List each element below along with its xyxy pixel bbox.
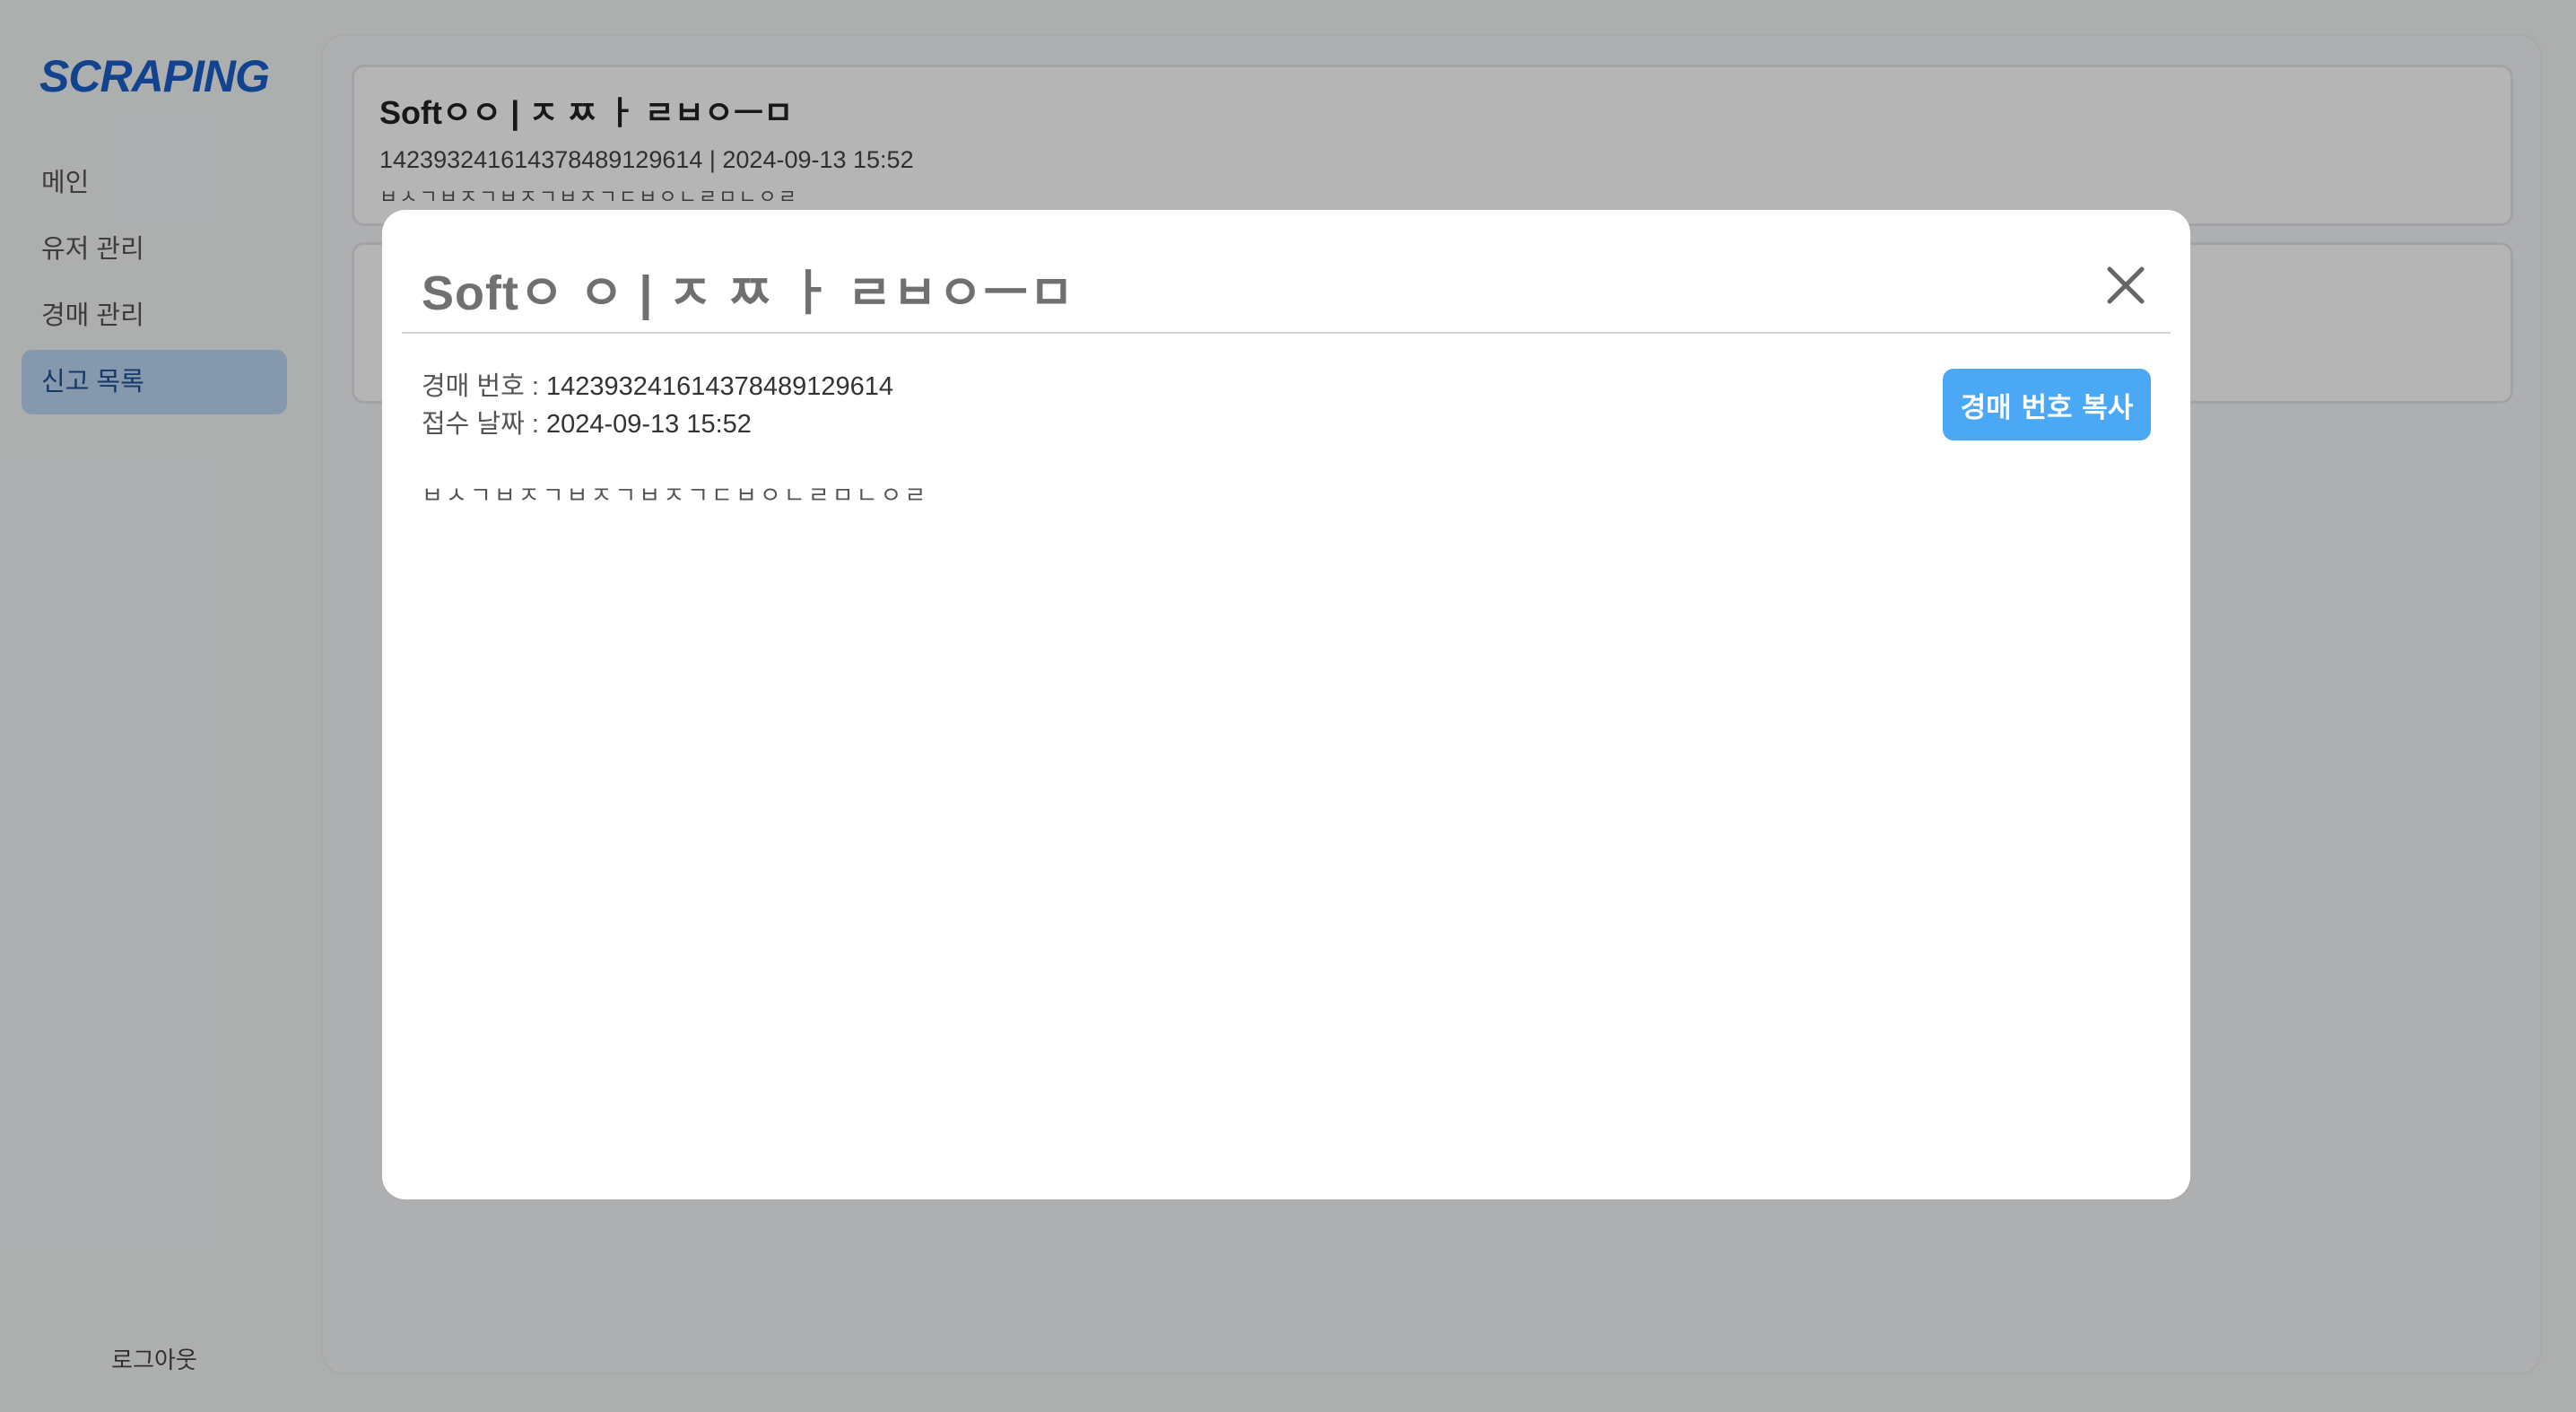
auction-number-value: 14239324161437848912961​4 xyxy=(545,372,894,401)
report-detail-modal: Softㅇ ㅇ | ㅈ ㅉ ㅏ ㄹㅂㅇㅡㅁ 경매 번호 : 1423932416… xyxy=(382,210,2190,1199)
auction-number-label: 경매 번호 : xyxy=(422,372,546,401)
report-info: 경매 번호 : 14239324161437848912961​4 접수 날짜 … xyxy=(422,368,893,443)
app-root: SCRAPING 메인 유저 관리 경매 관리 신고 목록 로그아웃 Softㅇ… xyxy=(0,0,2576,1412)
close-button[interactable] xyxy=(2097,257,2154,314)
close-icon xyxy=(2107,266,2145,304)
received-date-value: 2024-09-13 15:52 xyxy=(545,410,752,439)
copy-auction-number-button[interactable]: 경매 번호 복사 xyxy=(1943,369,2151,440)
auction-number-row: 경매 번호 : 14239324161437848912961​4 xyxy=(422,368,893,405)
received-date-row: 접수 날짜 : 2024-09-13 15:52 xyxy=(422,405,893,443)
received-date-label: 접수 날짜 : xyxy=(422,410,546,439)
modal-title: Softㅇ ㅇ | ㅈ ㅉ ㅏ ㄹㅂㅇㅡㅁ xyxy=(422,266,1075,320)
modal-divider xyxy=(402,332,2171,334)
report-content: ㅂㅅㄱㅂㅈㄱㅂㅈㄱㅂㅈㄱㄷㅂㅇㄴㄹㅁㄴㅇㄹ xyxy=(422,482,929,509)
